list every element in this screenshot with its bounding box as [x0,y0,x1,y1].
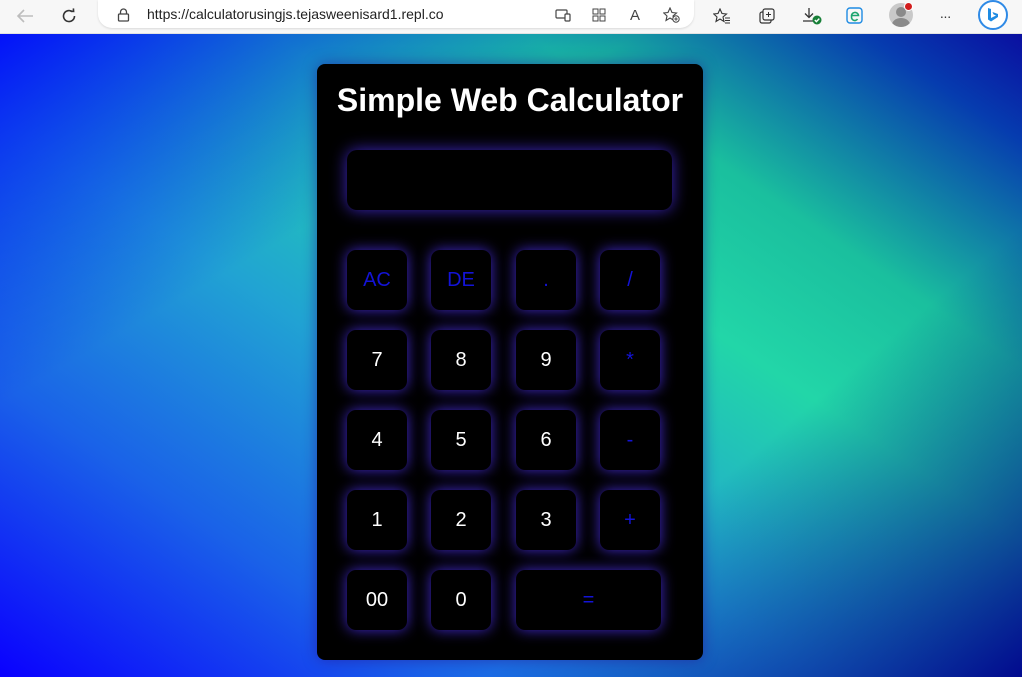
multiply-button[interactable]: * [600,330,660,390]
delete-button[interactable]: DE [431,250,491,310]
edge-extension-icon[interactable] [842,4,868,28]
calculator-panel: Simple Web Calculator AC DE. / 7 8 9 * 4 5 6- 1 2 3 +… [317,64,703,660]
decimal-button[interactable]: . [516,250,576,310]
more-icon[interactable]: ··· [932,4,958,28]
more-label: ··· [939,8,952,24]
digit-6-button[interactable]: 6 [516,410,576,470]
digit-2-button[interactable]: 2 [431,490,491,550]
digit-3-button[interactable]: 3 [516,490,576,550]
digit-8-button[interactable]: 8 [431,330,491,390]
apps-icon[interactable] [588,4,610,26]
digit-9-button[interactable]: 9 [516,330,576,390]
add-favorite-icon[interactable] [660,4,682,26]
read-aloud-icon[interactable]: A [624,4,646,26]
lock-icon[interactable] [112,4,134,26]
favorites-icon[interactable] [709,4,735,28]
clear-button[interactable]: AC [347,250,407,310]
digit-1-button[interactable]: 1 [347,490,407,550]
app-available-icon[interactable] [552,4,574,26]
read-aloud-label: A [629,6,640,24]
bing-chat-icon[interactable] [978,0,1008,30]
back-arrow-icon[interactable] [12,4,38,28]
digit-4-button[interactable]: 4 [347,410,407,470]
digit-0-button[interactable]: 0 [431,570,491,630]
calculator-title: Simple Web Calculator [336,82,684,118]
browser-toolbar: https://calculatorusingjs.tejasweenisard… [0,0,1022,34]
add-button[interactable]: + [600,490,660,550]
url-text[interactable]: https://calculatorusingjs.tejasweenisard… [147,6,444,22]
collections-icon[interactable] [754,4,780,28]
notification-dot [904,2,913,11]
equals-button[interactable]: = [516,570,661,630]
subtract-button[interactable]: - [600,410,660,470]
address-bar[interactable]: https://calculatorusingjs.tejasweenisard… [98,0,694,28]
digit-7-button[interactable]: 7 [347,330,407,390]
digit-5-button[interactable]: 5 [431,410,491,470]
downloads-icon[interactable] [799,4,825,28]
calculator-display[interactable] [347,150,672,210]
page-background: Simple Web Calculator AC DE. / 7 8 9 * 4 5 6- 1 2 3 +… [0,34,1022,677]
reload-icon[interactable] [56,4,82,28]
double-zero-button[interactable]: 00 [347,570,407,630]
divide-button[interactable]: / [600,250,660,310]
